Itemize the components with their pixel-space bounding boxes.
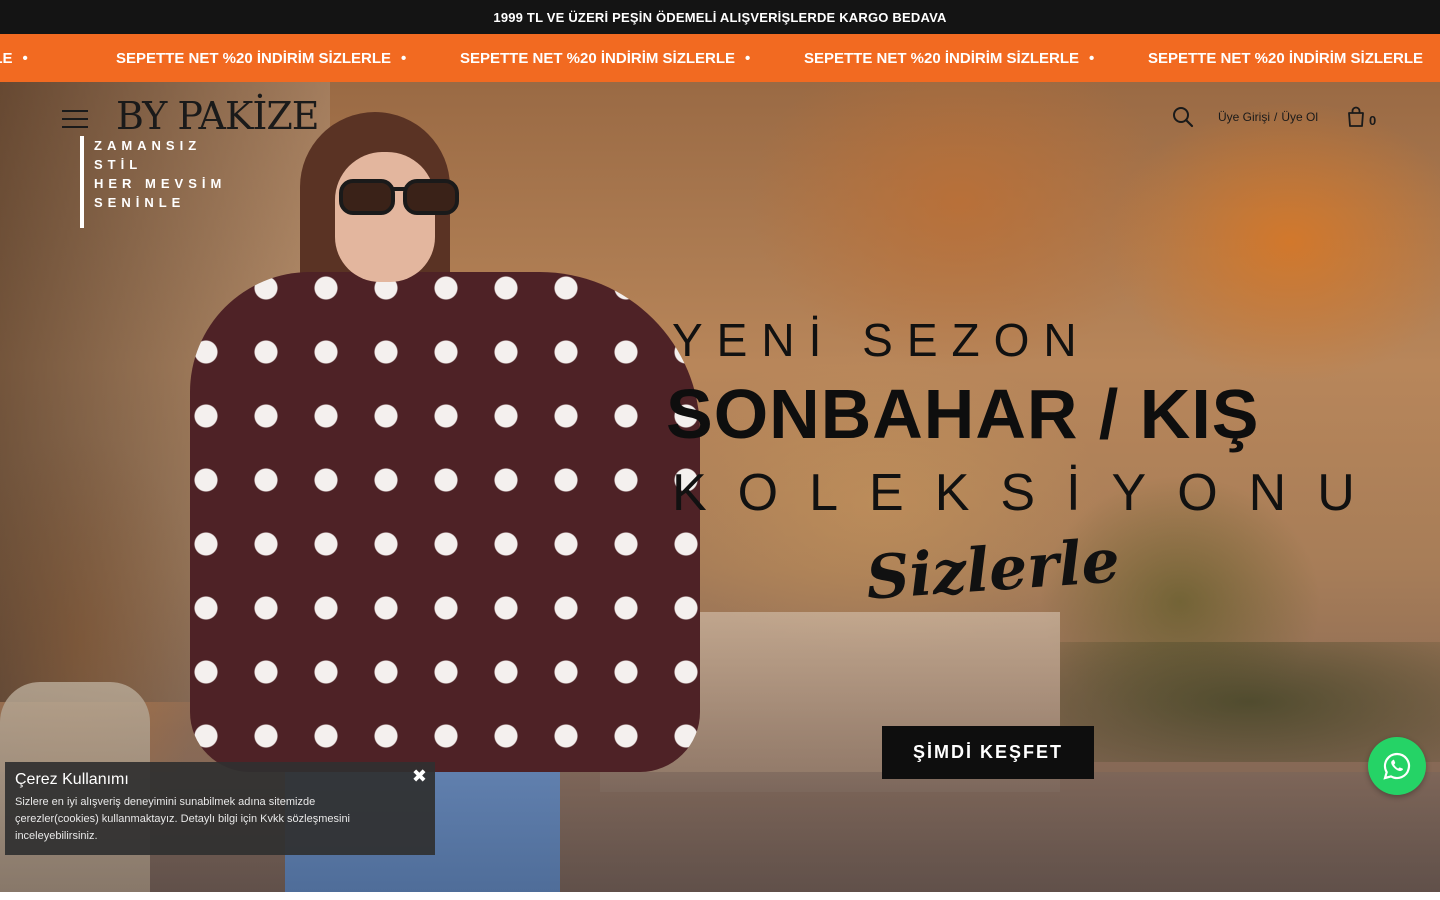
marquee-item: SEPETTE NET %20 İNDİRİM SİZLERLE • (804, 49, 1095, 67)
slogan-line: HER MEVSİM (94, 176, 227, 191)
discover-now-button[interactable]: ŞİMDİ KEŞFET (882, 726, 1094, 779)
slogan-line: STİL (94, 157, 143, 172)
marquee-item: İZLERLE• (0, 49, 28, 67)
cookie-banner: Çerez Kullanımı Sizlere en iyi alışveriş… (5, 762, 435, 855)
brand-logo[interactable]: BY PAKİZE (116, 96, 319, 136)
promo-marquee: İZLERLE• SEPETTE NET %20 İNDİRİM SİZLERL… (0, 34, 1440, 82)
free-shipping-text: 1999 TL VE ÜZERİ PEŞİN ÖDEMELİ ALIŞVERİŞ… (493, 9, 947, 25)
free-shipping-bar: 1999 TL VE ÜZERİ PEŞİN ÖDEMELİ ALIŞVERİŞ… (0, 0, 1440, 34)
sunglasses-graphic (339, 179, 459, 215)
register-link[interactable]: Üye Ol (1281, 110, 1318, 124)
login-link[interactable]: Üye Girişi (1218, 110, 1270, 124)
model-face (335, 152, 435, 282)
whatsapp-icon (1383, 752, 1411, 780)
hero-line-new-season: YENİ SEZON (672, 314, 1091, 366)
cookie-title: Çerez Kullanımı (15, 771, 129, 788)
hamburger-menu-icon[interactable] (62, 110, 88, 130)
hero-line-script: Sizlerle (863, 526, 1122, 614)
account-links: Üye Girişi / Üye Ol (1218, 110, 1318, 124)
slogan-line: SENİNLE (94, 195, 186, 210)
model-polka-dot-jacket (190, 272, 700, 772)
cookie-text: Sizlere en iyi alışveriş deneyimini suna… (15, 796, 351, 842)
cart-button[interactable]: 0 (1346, 106, 1376, 128)
marquee-item: SEPETTE NET %20 İNDİRİM SİZLERLE • (460, 49, 751, 67)
marquee-item: SEPETTE NET %20 İNDİRİM SİZLERLE • (116, 49, 407, 67)
slogan-line: ZAMANSIZ (94, 138, 202, 153)
brand-slogan: ZAMANSIZ STİL HER MEVSİM SENİNLE (80, 136, 226, 228)
hero-line-season-title: SONBAHAR / KIŞ (666, 375, 1260, 453)
close-icon[interactable]: ✖ (412, 766, 427, 787)
site-header: BY PAKİZE ZAMANSIZ STİL HER MEVSİM SENİN… (0, 82, 1440, 228)
whatsapp-button[interactable] (1368, 737, 1426, 795)
hero-line-collection: KOLEKSİYONU (672, 464, 1386, 522)
cart-icon (1348, 106, 1364, 127)
marquee-item: SEPETTE NET %20 İNDİRİM SİZLERLE (1148, 49, 1424, 67)
cart-count: 0 (1369, 113, 1377, 128)
search-icon[interactable] (1172, 106, 1194, 128)
auth-divider: / (1274, 110, 1278, 124)
